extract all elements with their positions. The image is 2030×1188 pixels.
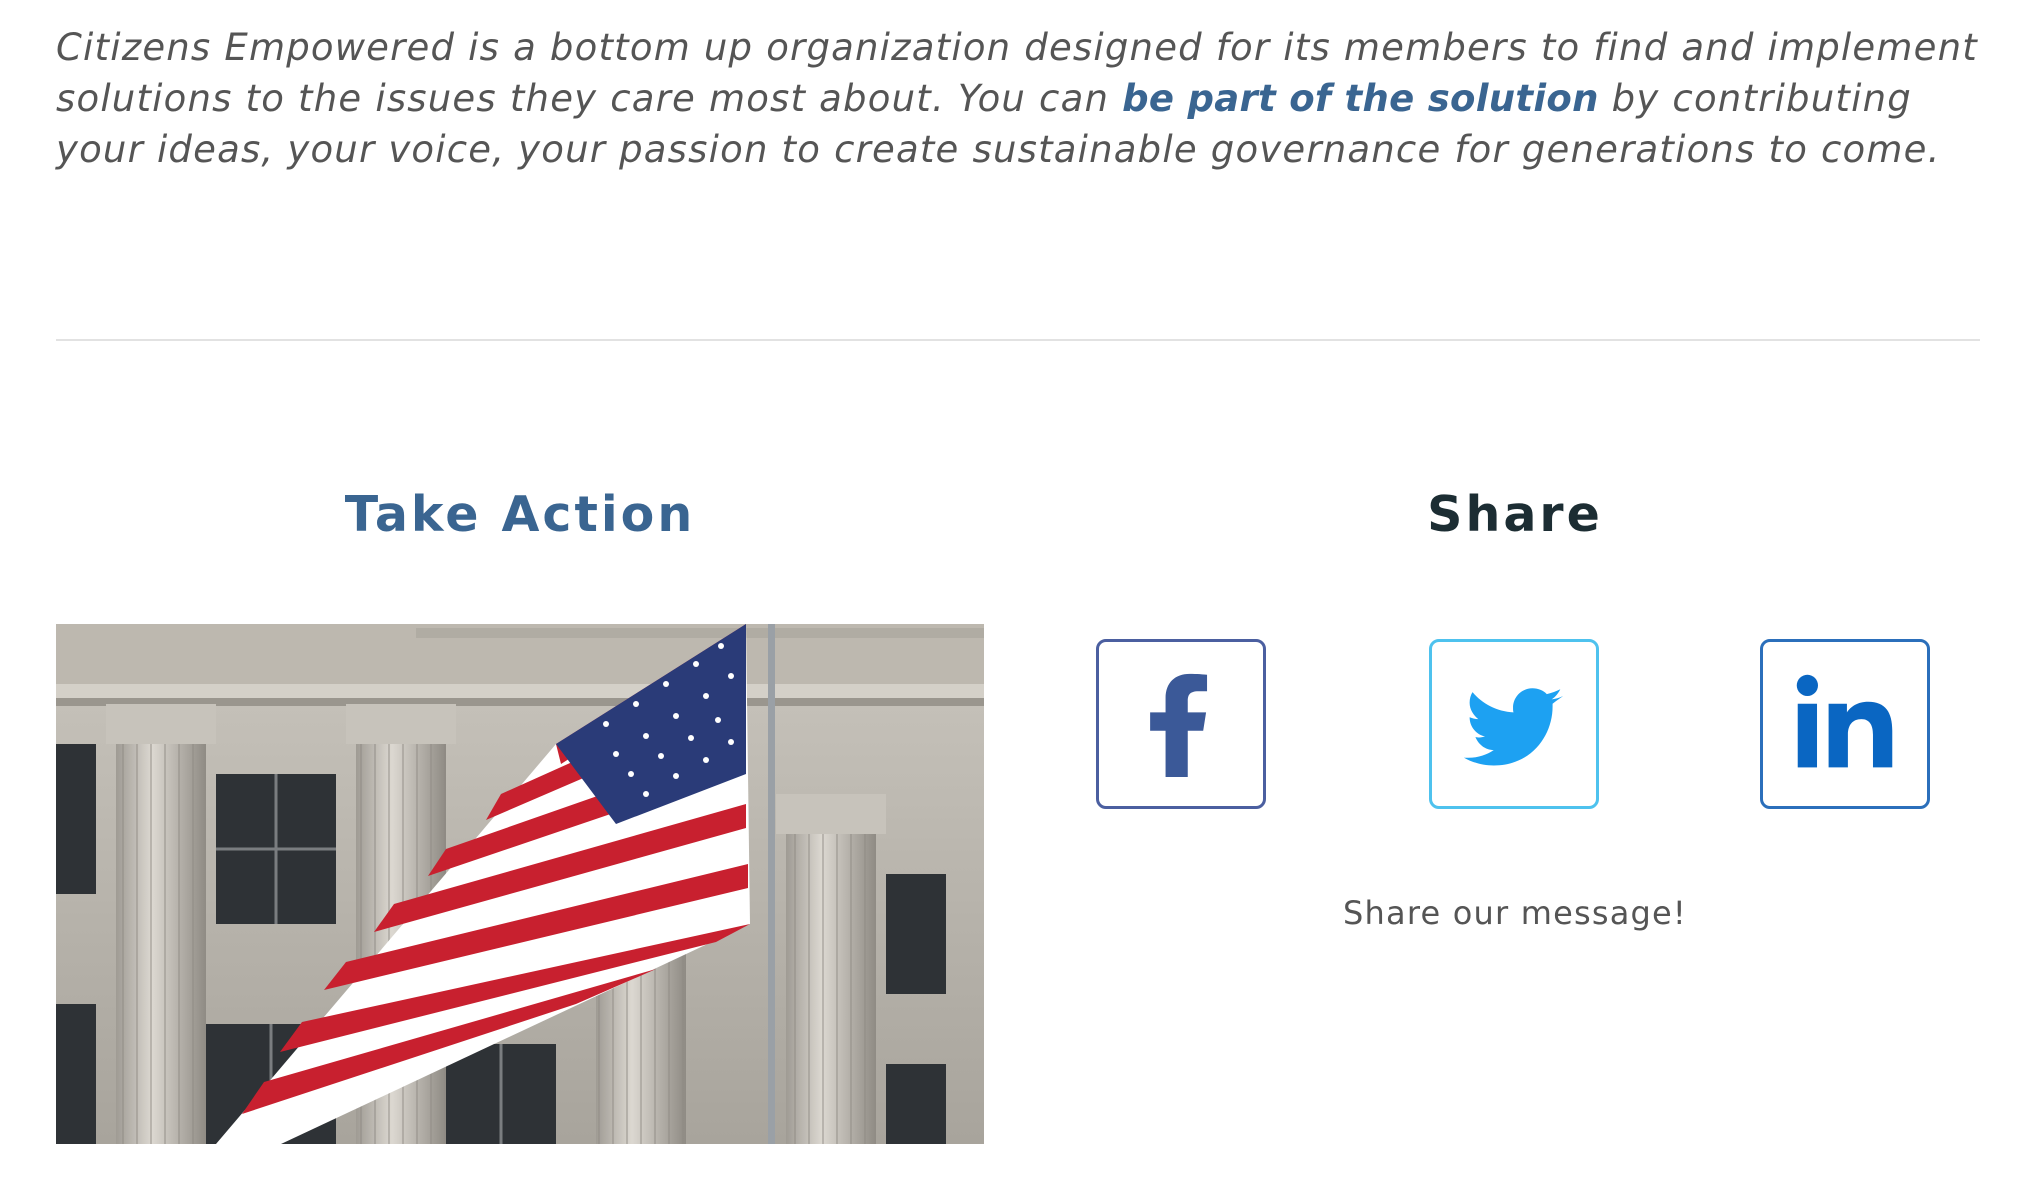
page: Citizens Empowered is a bottom up organi… — [0, 0, 2030, 1188]
intro-paragraph: Citizens Empowered is a bottom up organi… — [56, 22, 1986, 175]
twitter-icon — [1463, 688, 1564, 766]
take-action-heading: Take Action — [344, 486, 696, 543]
be-part-of-solution-link[interactable]: be part of the solution — [1122, 77, 1599, 120]
twitter-share-button[interactable] — [1429, 639, 1599, 809]
linkedin-icon — [1796, 674, 1893, 768]
take-action-photo[interactable] — [56, 624, 984, 1144]
flag-building-illustration — [56, 624, 984, 1144]
facebook-share-button[interactable] — [1096, 639, 1266, 809]
facebook-icon — [1150, 673, 1208, 778]
share-caption: Share our message! — [1343, 894, 1687, 932]
share-heading: Share — [1427, 486, 1603, 543]
linkedin-share-button[interactable] — [1760, 639, 1930, 809]
section-divider — [56, 339, 1980, 341]
